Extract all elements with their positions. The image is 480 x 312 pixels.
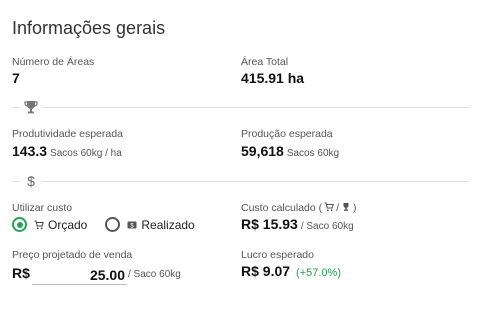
- producao-label: Produção esperada: [241, 128, 333, 140]
- produtividade-value-row: 143.3 Sacos 60kg / ha: [12, 143, 122, 159]
- preco-unit: / Saco 60kg: [128, 269, 181, 280]
- preco-row: R$ / Saco 60kg: [12, 265, 212, 285]
- trophy-icon: [24, 101, 38, 114]
- produtividade-value: 143.3: [12, 143, 48, 159]
- option-realizado-label[interactable]: Realizado: [141, 218, 194, 232]
- lucro-value: R$ 9.07: [241, 263, 291, 279]
- area-total-label: Área Total: [241, 56, 289, 68]
- produtividade-unit: Sacos 60kg / ha: [50, 148, 122, 159]
- cart-icon: [324, 202, 334, 212]
- preco-input[interactable]: [32, 265, 127, 285]
- producao-unit: Sacos 60kg: [286, 148, 340, 159]
- preco-currency: R$: [12, 265, 30, 281]
- radio-realizado[interactable]: [105, 217, 121, 232]
- section-title: Informações gerais: [12, 18, 166, 38]
- divider-trophy: [12, 101, 469, 114]
- custo-calculado-unit: / Saco 60kg: [300, 221, 354, 232]
- lucro-value-row: R$ 9.07 (+57.0%): [241, 263, 341, 279]
- dollar-icon: $: [27, 173, 35, 189]
- svg-text:$: $: [27, 173, 35, 189]
- areas-label: Número de Áreas: [12, 56, 95, 68]
- producao-value-row: 59,618 Sacos 60kg: [241, 143, 339, 159]
- custo-calculado-value: R$ 15.93: [241, 216, 298, 232]
- custo-calculado-label: Custo calculado (/): [241, 202, 357, 214]
- area-total-value: 415.91 ha: [241, 70, 305, 86]
- lucro-label: Lucro esperado: [241, 249, 314, 261]
- producao-value: 59,618: [241, 143, 284, 159]
- divider-dollar: $: [12, 173, 469, 189]
- cost-type-radio-group: Orçado $ Realizado: [12, 217, 195, 232]
- trophy-icon: [343, 203, 349, 211]
- custo-calculado-value-row: R$ 15.93/ Saco 60kg: [241, 216, 354, 232]
- cart-icon: [34, 220, 44, 229]
- utilizar-label: Utilizar custo: [12, 202, 73, 214]
- lucro-percent: (+57.0%): [296, 267, 341, 279]
- produtividade-label: Produtividade esperada: [12, 128, 123, 140]
- cash-icon: $: [127, 221, 137, 229]
- option-orcado-label[interactable]: Orçado: [48, 218, 87, 232]
- preco-label: Preço projetado de venda: [12, 249, 133, 261]
- areas-value: 7: [12, 70, 20, 86]
- radio-orcado[interactable]: [12, 217, 27, 232]
